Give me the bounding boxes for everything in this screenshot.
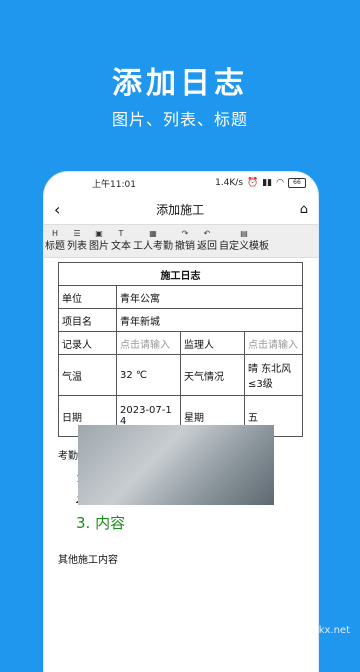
tool-list[interactable]: ☰ 列表	[66, 225, 88, 257]
image-icon: ▣	[95, 229, 103, 238]
list-item: 3. 内容	[76, 514, 126, 532]
supervisor-label: 监理人	[180, 331, 245, 355]
tool-image[interactable]: ▣ 图片	[88, 225, 110, 257]
log-table: 施工日志 单位 青年公寓 项目名 青年新城 记录人 点击请输入 监理人 点击请输…	[58, 262, 303, 437]
weather-label: 天气情况	[180, 354, 245, 396]
temp-label: 气温	[58, 354, 117, 396]
editor-toolbar: H 标题 ☰ 列表 ▣ 图片 T 文本 ▦ 工人考勤 ↷ 撤销 ↶ 返回 ▤ 自定义模板	[44, 224, 318, 258]
status-bar: 上午11:01 1.4K/s ⏰ ▮▮ ◠ 66	[44, 172, 318, 194]
tool-heading[interactable]: H 标题	[44, 225, 66, 257]
text-icon: T	[118, 229, 124, 238]
promo-title: 添加日志	[112, 66, 248, 101]
signal-icon: ▮▮	[262, 178, 273, 188]
back-icon[interactable]: ‹	[54, 200, 60, 219]
heading-icon: H	[51, 229, 58, 238]
alarm-icon: ⏰	[247, 178, 259, 188]
unit-value[interactable]: 青年公寓	[116, 285, 303, 309]
other-content-label: 其他施工内容	[58, 555, 118, 566]
status-time: 上午11:01	[92, 179, 136, 190]
tool-text[interactable]: T 文本	[110, 225, 132, 257]
supervisor-input[interactable]: 点击请输入	[244, 331, 303, 355]
nav-bar: ‹ 添加施工 ⌂	[44, 194, 318, 224]
project-value[interactable]: 青年新城	[116, 308, 303, 332]
battery-icon: 66	[288, 178, 306, 188]
table-title: 施工日志	[58, 262, 303, 286]
tool-attendance[interactable]: ▦ 工人考勤	[132, 225, 174, 257]
recorder-input[interactable]: 点击请输入	[116, 331, 181, 355]
tool-undo[interactable]: ↷ 撤销	[174, 225, 196, 257]
recorder-label: 记录人	[58, 331, 117, 355]
tool-template[interactable]: ▤ 自定义模板	[218, 225, 270, 257]
construction-photo	[78, 425, 274, 505]
tool-back[interactable]: ↶ 返回	[196, 225, 218, 257]
weather-value[interactable]: 晴 东北风≤3级	[244, 354, 303, 396]
template-icon: ▤	[240, 229, 248, 238]
undo-icon: ↷	[181, 229, 189, 238]
unit-label: 单位	[58, 285, 117, 309]
page-title: 添加施工	[156, 202, 205, 217]
wifi-icon: ◠	[276, 178, 284, 188]
status-indicators: 1.4K/s ⏰ ▮▮ ◠ 66	[215, 178, 306, 188]
promo-subtitle: 图片、列表、标题	[111, 110, 248, 129]
home-icon[interactable]: ⌂	[300, 202, 308, 217]
temp-value[interactable]: 32 ℃	[116, 354, 181, 396]
network-speed: 1.4K/s	[215, 178, 244, 188]
document-body[interactable]: 施工日志 单位 青年公寓 项目名 青年新城 记录人 点击请输入 监理人 点击请输…	[44, 258, 318, 566]
return-icon: ↶	[203, 229, 211, 238]
list-icon: ☰	[73, 229, 81, 238]
watermark: www.kkx.net	[286, 625, 350, 636]
table-icon: ▦	[149, 229, 157, 238]
project-label: 项目名	[58, 308, 117, 332]
phone-frame: 上午11:01 1.4K/s ⏰ ▮▮ ◠ 66 ‹ 添加施工 ⌂ H 标题 ☰ 列…	[44, 172, 318, 672]
